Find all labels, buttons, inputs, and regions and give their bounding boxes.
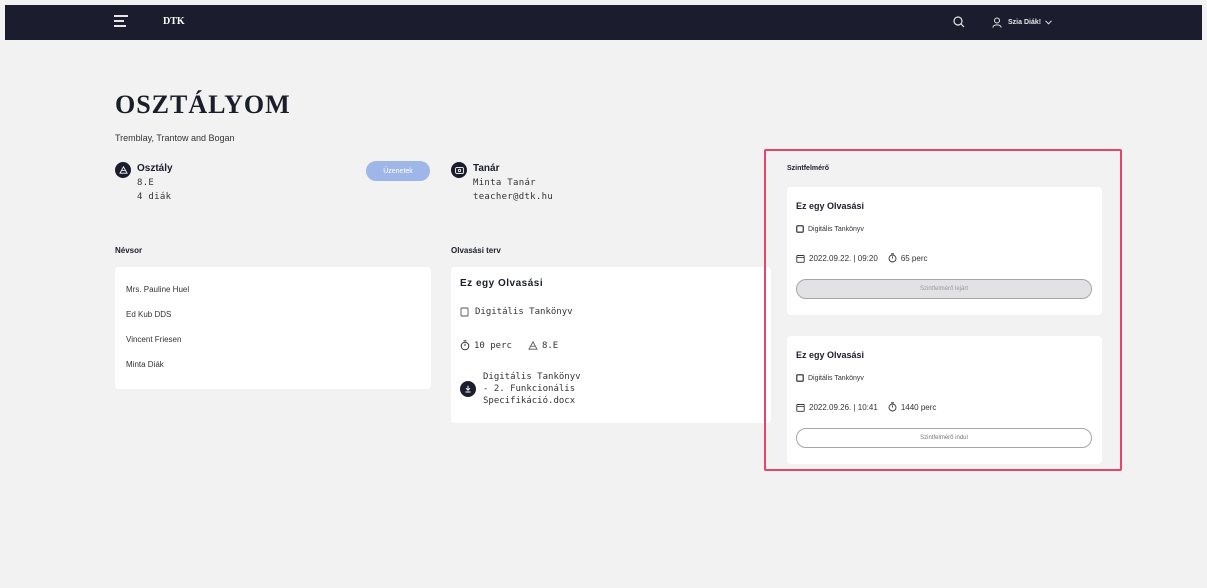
roster-row[interactable]: Ed Kub DDS	[115, 302, 431, 327]
assessment-title: Ez egy Olvasási	[796, 201, 865, 211]
class-icon	[115, 162, 131, 178]
user-menu[interactable]: Szia Diák!	[992, 15, 1058, 29]
assessment-datetime: 2022.09.22. | 09:20	[809, 253, 878, 263]
messages-button[interactable]: Üzenetek	[366, 161, 430, 181]
attachment-name-line1: Digitális Tankönyv	[483, 372, 581, 382]
page-subtitle: Tremblay, Trantow and Bogan	[115, 133, 235, 143]
teacher-name: Minta Tanár	[473, 178, 536, 188]
roster-row[interactable]: Mrs. Pauline Huel	[115, 277, 431, 302]
class-icon	[528, 341, 538, 350]
assessment-book: Digitális Tankönyv	[808, 225, 864, 233]
attachment-link[interactable]: Digitális Tankönyv - 2. Funkcionális Spe…	[460, 371, 581, 407]
assessment-duration: 65 perc	[900, 253, 928, 263]
book-icon	[796, 225, 804, 233]
attachment-name-line3: Specifikáció.docx	[483, 396, 576, 406]
hamburger-menu-icon[interactable]	[114, 15, 128, 29]
calendar-icon	[796, 403, 805, 412]
assessment-datetime: 2022.09.26. | 10:41	[809, 402, 878, 412]
reading-plan-label: Olvasási terv	[451, 246, 501, 255]
assessment-card: Ez egy Olvasási Digitális Tankönyv 2022.…	[787, 187, 1102, 315]
assessment-title: Ez egy Olvasási	[796, 350, 865, 360]
page-title: OSZTÁLYOM	[115, 90, 291, 119]
level-assessment-label: Szintfelmérő	[787, 165, 830, 172]
assessment-card: Ez egy Olvasási Digitális Tankönyv 2022.…	[787, 336, 1102, 464]
top-navbar: DTK Szia Diák!	[5, 5, 1202, 40]
book-icon	[460, 307, 469, 317]
assessment-book: Digitális Tankönyv	[808, 374, 864, 382]
calendar-icon	[796, 254, 805, 263]
roster-card: Mrs. Pauline Huel Ed Kub DDS Vincent Fri…	[115, 267, 431, 389]
teacher-icon	[451, 162, 467, 178]
assessment-expired-button[interactable]: Szintfelmérő lejárt	[796, 279, 1092, 299]
class-info: Osztály 8.E 4 diák	[115, 162, 173, 204]
assessment-start-button[interactable]: Szintfelmérő indul	[796, 428, 1092, 448]
app-logo[interactable]: DTK	[163, 16, 185, 27]
teacher-heading: Tanár	[473, 163, 500, 174]
reading-plan-class: 8.E	[541, 340, 559, 351]
teacher-email[interactable]: teacher@dtk.hu	[473, 190, 553, 204]
stopwatch-icon	[888, 402, 897, 412]
attachment-name-line2: - 2. Funkcionális	[483, 384, 576, 394]
roster-label: Névsor	[115, 246, 143, 255]
class-heading: Osztály	[137, 163, 173, 174]
download-icon	[460, 381, 476, 397]
search-icon[interactable]	[952, 15, 966, 29]
assessment-duration: 1440 perc	[900, 402, 937, 412]
reading-plan-title: Ez egy Olvasási	[460, 278, 544, 289]
stopwatch-icon	[888, 253, 897, 263]
reading-plan-card[interactable]: Ez egy Olvasási Digitális Tankönyv 10 pe…	[451, 267, 771, 423]
reading-plan-book: Digitális Tankönyv	[475, 307, 573, 317]
roster-row[interactable]: Vincent Friesen	[115, 327, 431, 352]
user-icon	[992, 17, 1002, 28]
teacher-info: Tanár Minta Tanár teacher@dtk.hu	[451, 162, 553, 204]
roster-row[interactable]: Minta Diák	[115, 352, 431, 377]
class-name: 8.E	[137, 178, 155, 188]
chevron-down-icon	[1045, 19, 1052, 25]
reading-plan-duration: 10 perc	[474, 340, 512, 351]
stopwatch-icon	[460, 340, 470, 351]
class-student-count: 4 diák	[137, 192, 172, 202]
user-name: Szia Diák!	[1008, 18, 1042, 26]
book-icon	[796, 374, 804, 382]
